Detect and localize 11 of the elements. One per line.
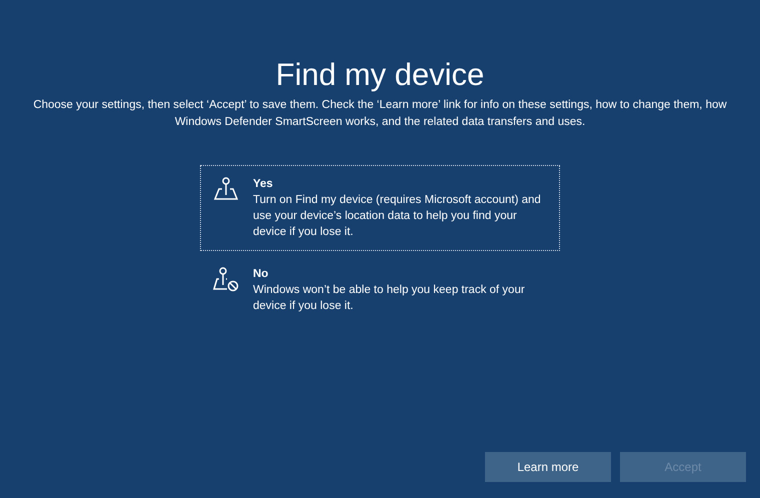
option[interactable]: Yes Turn on Find my device (requires Microsoft account) and use your device’s location data to help you find your device if you lose it. xyxy=(200,165,560,251)
subtitle: Choose your settings, then select ‘Accept’ to save them. Check the ‘Learn more’ link for info on these settings, how to change them, how Windows Defender SmartScreen works, and the related data transfers and uses. xyxy=(32,98,728,130)
map-pin-blocked-icon xyxy=(213,267,239,293)
option-description: Windows won’t be able to help you keep track of your device if you lose it. xyxy=(253,283,526,314)
option[interactable]: No Windows won’t be able to help you keep track of your device if you lose it. xyxy=(200,255,560,325)
option-description: Turn on Find my device (requires Microsoft account) and use your device’s location data to help you find your device if you lose it. xyxy=(253,193,542,240)
page-title: Find my device xyxy=(276,56,484,94)
action-button[interactable]: Learn more xyxy=(485,452,611,482)
map-pin-icon xyxy=(213,177,239,203)
option-label: No xyxy=(253,267,270,282)
option-label: Yes xyxy=(253,177,274,192)
